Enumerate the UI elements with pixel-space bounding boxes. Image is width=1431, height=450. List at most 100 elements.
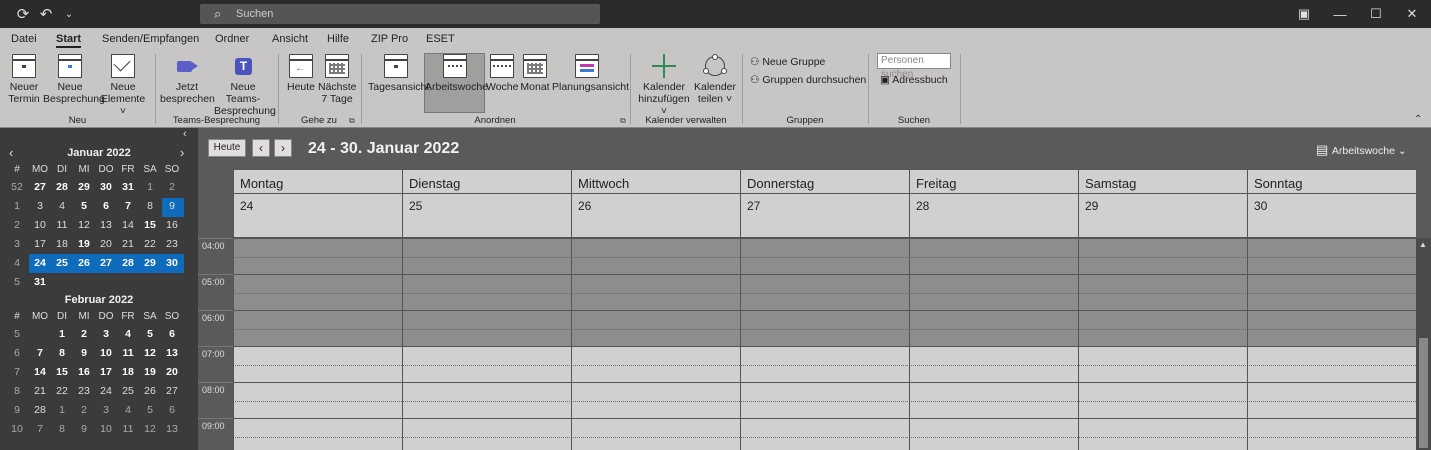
day-header[interactable]: Freitag 28 [909,170,1078,238]
day-cell[interactable]: 1 [139,178,161,196]
day-cell[interactable]: 28 [117,254,139,272]
today-nav-button[interactable]: Heute [208,139,246,157]
ribbon-display-icon[interactable]: ▣ [1294,4,1314,24]
new-group-button[interactable]: ⚇ Neue Gruppe [750,56,825,68]
day-column[interactable] [1078,238,1079,450]
day-cell[interactable]: 22 [51,382,73,400]
day-cell[interactable]: 3 [95,401,117,419]
day-cell[interactable]: 9 [73,420,95,438]
day-cell[interactable]: 15 [51,363,73,381]
day-cell[interactable]: 5 [139,401,161,419]
tab-start[interactable]: Start [56,33,82,48]
browse-groups-button[interactable]: ⚇ Gruppen durchsuchen [750,74,866,86]
next-7-days-button[interactable]: Nächste 7 Tage [318,54,357,105]
day-cell[interactable]: 1 [51,401,73,419]
hour-row[interactable] [233,238,1416,274]
day-cell[interactable]: 3 [29,197,51,215]
day-cell[interactable]: 31 [29,273,51,291]
day-cell[interactable]: 30 [161,254,183,272]
collapse-ribbon-icon[interactable]: ⌃ [1414,114,1422,125]
quick-access-dropdown-icon[interactable]: ⌄ [60,5,78,23]
day-cell[interactable]: 21 [117,235,139,253]
day-cell[interactable]: 29 [73,178,95,196]
day-cell[interactable] [29,325,51,343]
day-cell[interactable] [161,273,183,291]
hour-row[interactable] [233,418,1416,450]
day-cell[interactable]: 18 [51,235,73,253]
day-cell[interactable]: 20 [95,235,117,253]
day-cell[interactable]: 25 [51,254,73,272]
hour-row[interactable] [233,382,1416,418]
hour-row[interactable] [233,274,1416,310]
tab-ordner[interactable]: Ordner [215,33,249,45]
day-cell[interactable]: 18 [117,363,139,381]
today-button[interactable]: ← Heute [285,54,317,93]
new-meeting-button[interactable]: Neue Besprechung [43,54,105,105]
day-cell[interactable]: 14 [29,363,51,381]
day-cell[interactable]: 12 [73,216,95,234]
day-cell[interactable]: 17 [29,235,51,253]
dialog-launcher-icon[interactable]: ⧉ [349,116,355,126]
minimize-button[interactable]: — [1330,4,1350,24]
new-appointment-button[interactable]: Neuer Termin [6,54,42,105]
day-cell[interactable] [139,273,161,291]
day-cell[interactable] [73,273,95,291]
day-cell[interactable]: 13 [95,216,117,234]
day-cell[interactable]: 17 [95,363,117,381]
day-cell[interactable]: 10 [29,216,51,234]
tab-zip-pro[interactable]: ZIP Pro [371,33,408,45]
meet-now-button[interactable]: Jetzt besprechen [160,54,215,105]
day-cell[interactable] [95,273,117,291]
day-cell[interactable]: 28 [29,401,51,419]
day-cell[interactable]: 5 [73,197,95,215]
day-cell[interactable]: 27 [29,178,51,196]
day-cell[interactable]: 7 [117,197,139,215]
day-column[interactable] [1247,238,1248,450]
hour-row[interactable] [233,346,1416,382]
day-cell[interactable]: 3 [95,325,117,343]
day-cell[interactable]: 4 [51,197,73,215]
day-cell[interactable]: 28 [51,178,73,196]
day-cell[interactable]: 6 [95,197,117,215]
day-column[interactable] [233,238,234,450]
tab-datei[interactable]: Datei [11,33,37,45]
maximize-button[interactable]: ☐ [1366,4,1386,24]
day-cell[interactable]: 10 [95,344,117,362]
view-selector[interactable]: ▤ Arbeitswoche ⌄ [1316,142,1407,158]
month-view-button[interactable]: Monat [519,54,551,93]
day-view-button[interactable]: Tagesansicht [368,54,429,93]
day-cell[interactable]: 5 [139,325,161,343]
schedule-view-button[interactable]: Planungsansicht [552,54,629,93]
day-cell[interactable]: 24 [29,254,51,272]
new-items-button[interactable]: Neue Elemente ˅ [98,54,148,117]
day-cell[interactable]: 24 [95,382,117,400]
day-header[interactable]: Donnerstag 27 [740,170,909,238]
day-cell[interactable]: 19 [139,363,161,381]
collapse-pane-icon[interactable]: ‹ [183,128,187,140]
search-box[interactable]: ⌕ Suchen [200,4,600,24]
share-calendar-button[interactable]: Kalender teilen ˅ [693,54,737,105]
day-cell[interactable]: 8 [51,344,73,362]
day-header[interactable]: Dienstag 25 [402,170,571,238]
day-column[interactable] [402,238,403,450]
vertical-scrollbar[interactable]: ▲ [1416,238,1431,450]
tab-hilfe[interactable]: Hilfe [327,33,349,45]
day-cell[interactable]: 6 [161,325,183,343]
day-cell[interactable]: 16 [161,216,183,234]
day-cell[interactable]: 2 [73,325,95,343]
day-cell[interactable] [51,273,73,291]
day-cell[interactable]: 7 [29,420,51,438]
day-cell[interactable]: 27 [161,382,183,400]
day-cell[interactable]: 15 [139,216,161,234]
day-cell[interactable]: 9 [161,197,183,215]
day-cell[interactable]: 4 [117,325,139,343]
new-teams-meeting-button[interactable]: T Neue Teams- Besprechung [214,54,276,117]
day-column[interactable] [740,238,741,450]
day-cell[interactable]: 2 [161,178,183,196]
day-cell[interactable]: 2 [73,401,95,419]
day-cell[interactable]: 31 [117,178,139,196]
day-cell[interactable]: 29 [139,254,161,272]
day-cell[interactable]: 13 [161,344,183,362]
week-view-button[interactable]: Woche [486,54,519,93]
address-book-button[interactable]: ▣ Adressbuch [880,74,948,86]
